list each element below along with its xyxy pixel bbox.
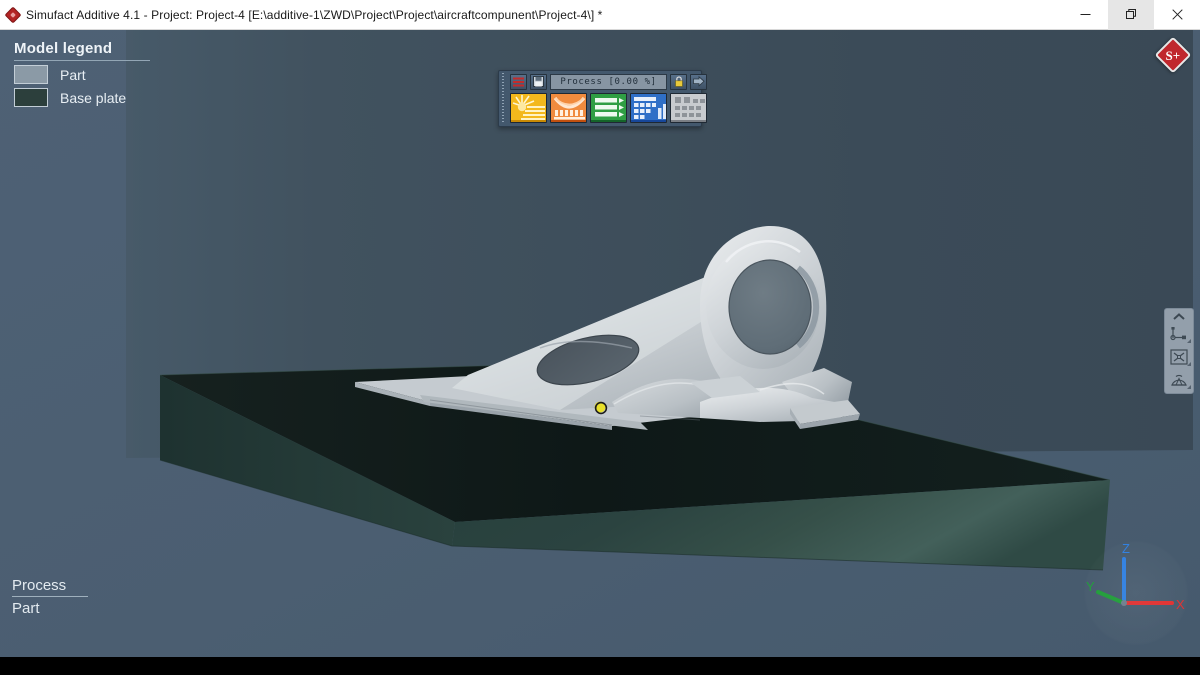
process-toolbar[interactable]: Process [0.00 %] — [498, 70, 707, 127]
title-bar: Simufact Additive 4.1 - Project: Project… — [0, 0, 1200, 30]
measure-tool[interactable] — [1167, 323, 1191, 344]
legend-label-part: Part — [60, 66, 86, 83]
stage-results-button[interactable] — [590, 93, 627, 123]
close-icon[interactable] — [1154, 0, 1200, 30]
window-controls — [1062, 0, 1200, 30]
status-part-label: Part — [12, 600, 40, 617]
window-title: Simufact Additive 4.1 - Project: Project… — [26, 7, 603, 22]
legend-item-base-plate: Base plate — [14, 88, 150, 107]
bottom-letterbox — [0, 657, 1200, 675]
stage-distortion-button[interactable] — [550, 93, 587, 123]
view-tools-panel[interactable] — [1164, 308, 1194, 394]
simufact-diamond-icon — [0, 0, 26, 30]
stage-table-button[interactable] — [630, 93, 667, 123]
legend-swatch-part — [14, 65, 48, 84]
application-window: Simufact Additive 4.1 - Project: Project… — [0, 0, 1200, 675]
simufact-logo-badge: S+ — [1154, 36, 1192, 74]
forward-arrow-icon[interactable] — [690, 73, 707, 90]
status-stack: Process Part — [12, 577, 89, 617]
3d-viewport[interactable]: Model legend Part Base plate S+ Process … — [0, 30, 1200, 657]
stage-build-button[interactable] — [510, 93, 547, 123]
restore-icon[interactable] — [1108, 0, 1154, 30]
minimize-icon[interactable] — [1062, 0, 1108, 30]
lock-icon[interactable] — [670, 73, 687, 90]
stage-grid-button[interactable] — [670, 93, 707, 123]
legend-item-part: Part — [14, 65, 150, 84]
legend-swatch-base-plate — [14, 88, 48, 107]
process-progress-text: Process [0.00 %] — [560, 76, 657, 87]
legend-label-base-plate: Base plate — [60, 89, 127, 106]
axis-triad[interactable]: Z X Y — [1084, 541, 1188, 645]
save-floppy-icon[interactable] — [530, 73, 547, 90]
model-legend: Model legend Part Base plate — [14, 40, 151, 107]
hamburger-menu-icon[interactable] — [510, 73, 527, 90]
chevron-up-icon[interactable] — [1167, 312, 1191, 321]
process-progress-field[interactable]: Process [0.00 %] — [550, 73, 667, 90]
toolbar-drag-handle[interactable] — [501, 73, 508, 123]
badge-text: S+ — [1165, 47, 1181, 63]
status-process-label: Process — [12, 577, 89, 597]
legend-title: Model legend — [14, 40, 151, 61]
fit-to-screen-tool[interactable] — [1167, 346, 1191, 367]
rotate-view-tool[interactable] — [1167, 369, 1191, 390]
